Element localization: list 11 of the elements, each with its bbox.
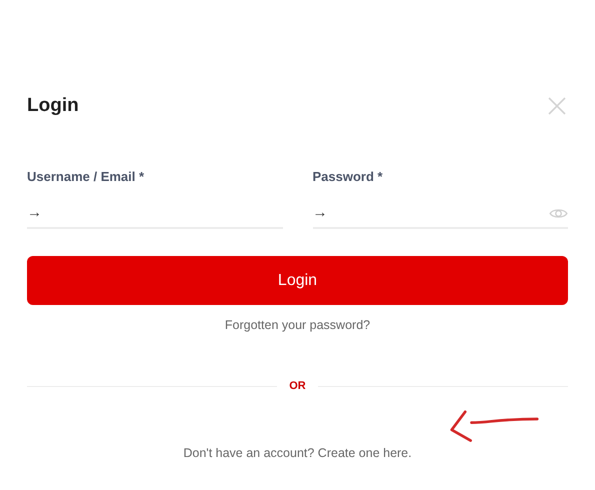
field-label: Password * bbox=[312, 168, 384, 185]
eye-icon[interactable] bbox=[549, 207, 568, 220]
close-icon[interactable] bbox=[547, 96, 567, 116]
signup-text[interactable]: Don't have an account? Create one here. bbox=[183, 444, 412, 463]
input-field[interactable]: → bbox=[27, 197, 282, 229]
divider-label: OR bbox=[289, 378, 306, 394]
dialog-title: Login bbox=[27, 94, 79, 118]
forgot-password-link[interactable]: Forgotten your password? bbox=[224, 316, 370, 335]
input-field[interactable]: → bbox=[312, 197, 568, 229]
field-label: Username / Email * bbox=[27, 168, 146, 185]
login-button[interactable]: Login bbox=[27, 256, 568, 305]
